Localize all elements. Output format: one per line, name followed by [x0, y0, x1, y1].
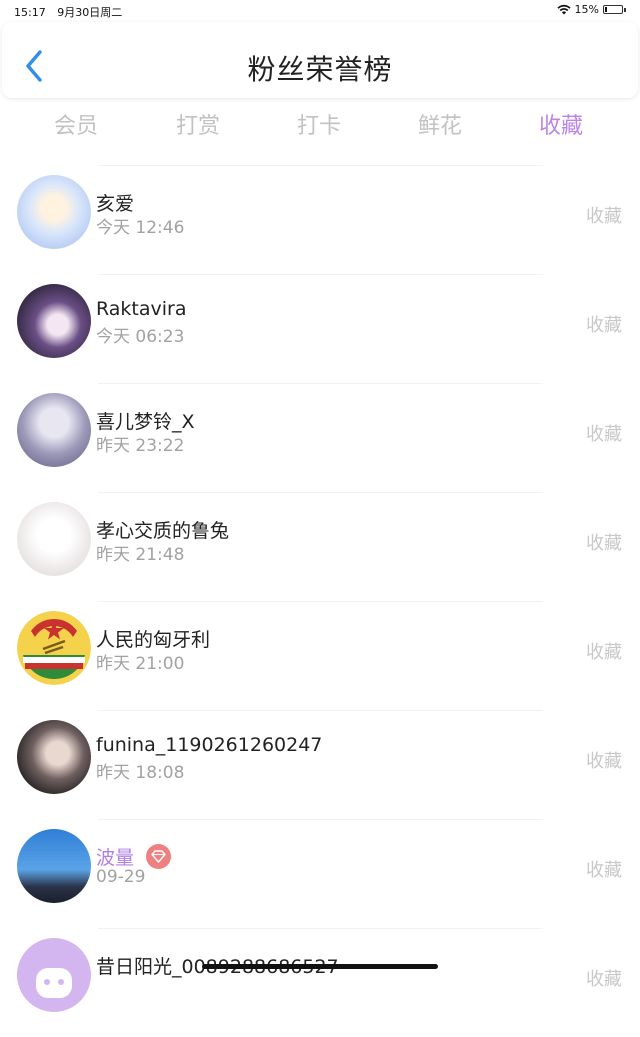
fan-time: 昨天 21:48	[96, 545, 185, 565]
fan-name: 孝心交质的鲁兔	[96, 520, 230, 542]
list-item[interactable]: 人民的匈牙利 昨天 21:00 收藏	[0, 601, 640, 710]
fan-time: 09-29	[96, 867, 146, 887]
avatar[interactable]	[17, 175, 91, 249]
battery-tip	[624, 7, 626, 12]
emblem-image	[17, 611, 91, 685]
list-item[interactable]: 亥爱 今天 12:46 收藏	[0, 165, 640, 274]
fan-action: 收藏	[586, 860, 622, 881]
battery-percent: 15%	[574, 3, 599, 16]
divider	[98, 274, 543, 275]
tab-flowers[interactable]: 鲜花	[385, 108, 495, 140]
tab-bar: 会员 打赏 打卡 鲜花 收藏	[0, 108, 640, 140]
fan-time: 今天 06:23	[96, 327, 185, 347]
fan-name: 人民的匈牙利	[96, 629, 211, 651]
divider	[98, 165, 543, 166]
vip-badge	[146, 844, 172, 869]
fan-name: 喜儿梦铃_X	[96, 411, 195, 433]
fan-action: 收藏	[586, 424, 622, 445]
fan-action: 收藏	[586, 642, 622, 663]
status-left: 15:17 9月30日周二	[14, 4, 130, 20]
tab-collect[interactable]: 收藏	[506, 108, 616, 140]
avatar[interactable]	[17, 284, 91, 358]
status-time: 15:17	[14, 6, 46, 19]
divider	[98, 710, 543, 711]
list-item[interactable]: 孝心交质的鲁兔 昨天 21:48 收藏	[0, 492, 640, 601]
avatar[interactable]	[17, 502, 91, 576]
fan-time: 昨天 18:08	[96, 763, 185, 783]
fan-name: funina_1190261260247	[96, 734, 323, 756]
fan-action: 收藏	[586, 969, 622, 990]
battery-level	[605, 7, 607, 12]
avatar[interactable]	[17, 611, 91, 685]
list-item[interactable]: Raktavira 今天 06:23 收藏	[0, 274, 640, 383]
diamond-icon	[151, 850, 166, 863]
fan-action: 收藏	[586, 751, 622, 772]
list-item[interactable]: 喜儿梦铃_X 昨天 23:22 收藏	[0, 383, 640, 492]
list-item[interactable]: 昔日阳光_0089288686527 收藏	[0, 928, 640, 1037]
tab-tip[interactable]: 打赏	[143, 108, 253, 140]
divider	[98, 383, 543, 384]
divider	[98, 928, 543, 929]
avatar[interactable]	[17, 829, 91, 903]
wifi-icon	[556, 4, 571, 15]
status-right: 15%	[556, 3, 626, 16]
header: 粉丝荣誉榜	[2, 22, 638, 98]
fan-name: Raktavira	[96, 298, 187, 320]
divider	[98, 601, 543, 602]
fan-action: 收藏	[586, 533, 622, 554]
divider	[98, 819, 543, 820]
avatar[interactable]	[17, 938, 91, 1012]
avatar[interactable]	[17, 720, 91, 794]
fan-action: 收藏	[586, 206, 622, 227]
list-item[interactable]: funina_1190261260247 昨天 18:08 收藏	[0, 710, 640, 819]
battery-icon	[603, 5, 623, 14]
page-title: 粉丝荣誉榜	[247, 53, 393, 86]
avatar[interactable]	[17, 393, 91, 467]
tab-membership[interactable]: 会员	[21, 108, 131, 140]
fan-time: 今天 12:46	[96, 218, 185, 238]
fan-action: 收藏	[586, 315, 622, 336]
fan-name: 波量	[96, 843, 172, 870]
tab-checkin[interactable]: 打卡	[264, 108, 374, 140]
divider	[98, 492, 543, 493]
default-avatar-icon	[36, 968, 72, 998]
fan-time: 昨天 23:22	[96, 436, 185, 456]
fan-name: 亥爱	[96, 193, 135, 215]
status-bar: 15:17 9月30日周二 15%	[0, 0, 640, 20]
list-item[interactable]: 波量 09-29 收藏	[0, 819, 640, 928]
status-date: 9月30日周二	[57, 6, 123, 19]
home-indicator	[202, 964, 438, 969]
fan-time: 昨天 21:00	[96, 654, 185, 674]
